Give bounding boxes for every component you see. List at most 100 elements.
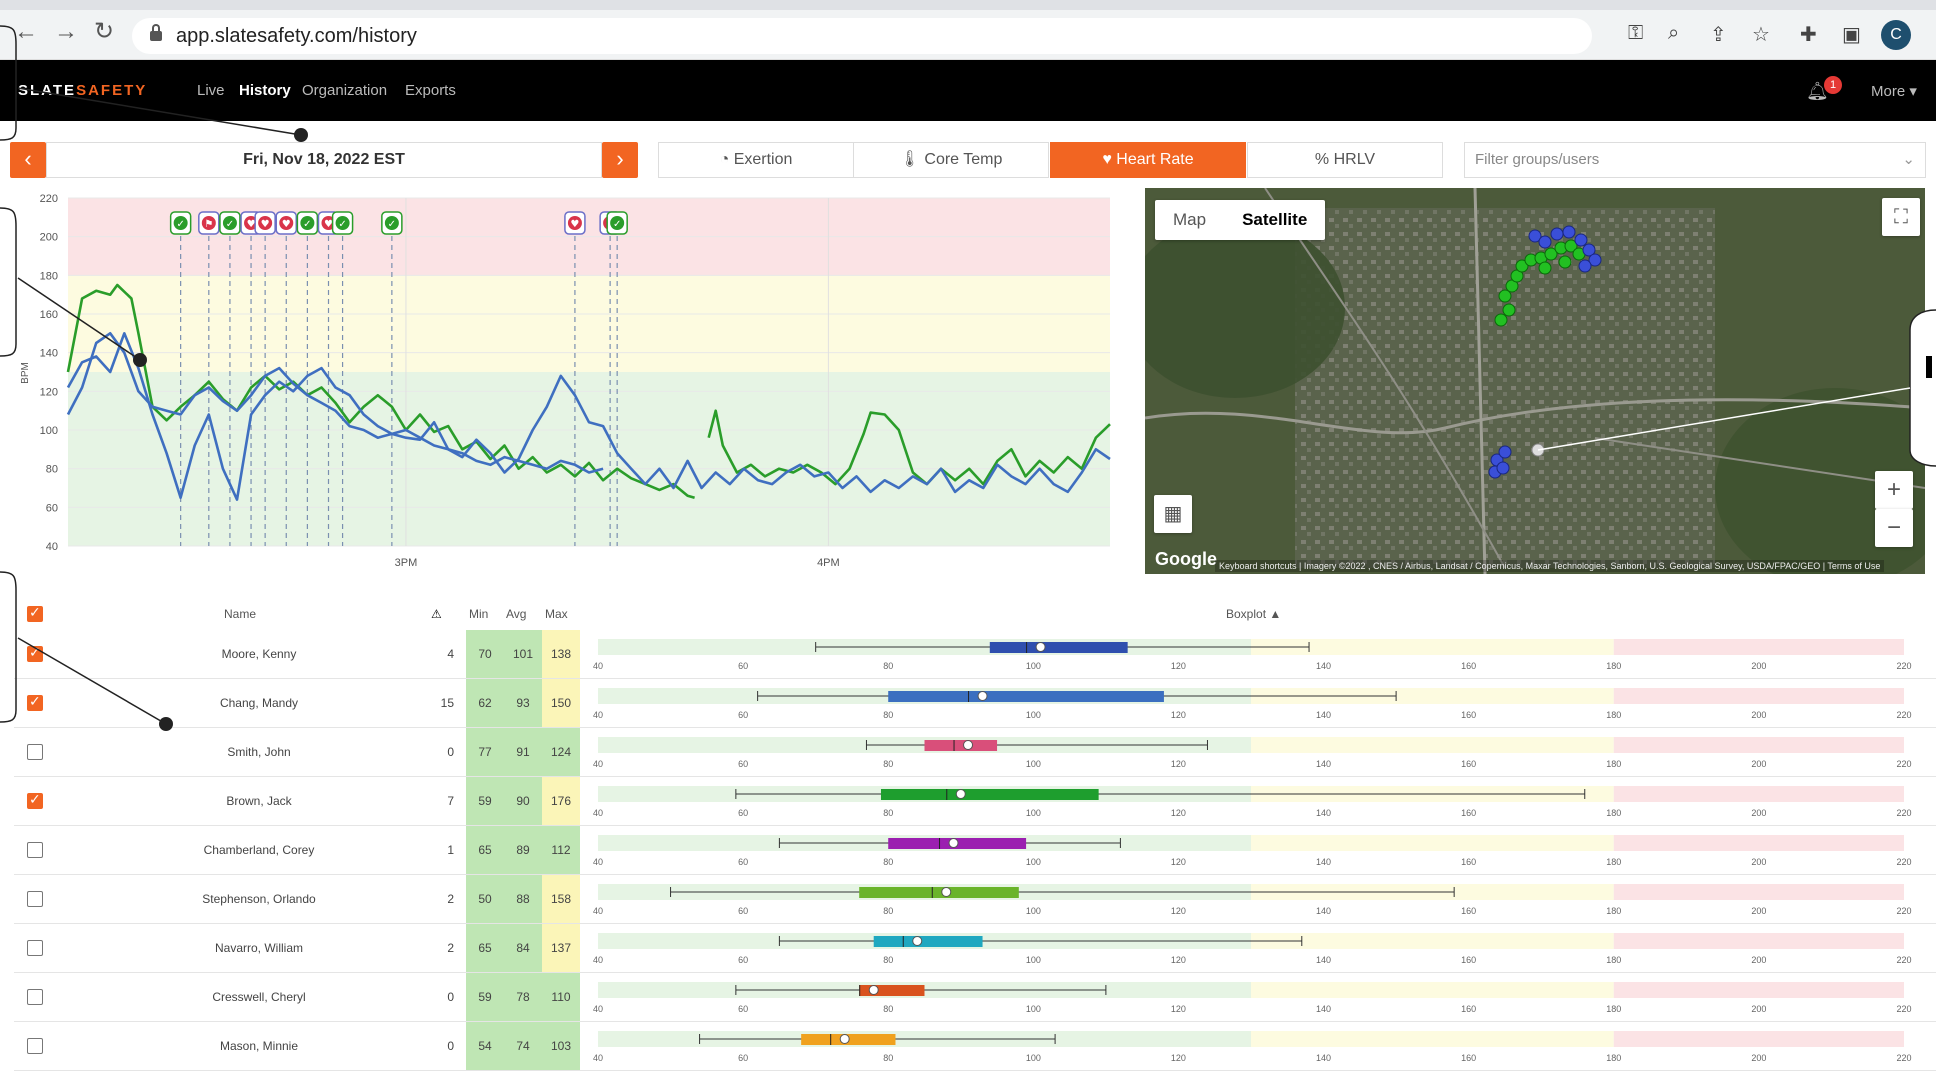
event-glyph: ✓ bbox=[613, 219, 621, 230]
boxplot-tick-label: 160 bbox=[1461, 808, 1476, 818]
boxplot[interactable]: 40 60 80 100 120 140 160 180 200 220 bbox=[0, 973, 1912, 1021]
boxplot-tick-label: 80 bbox=[883, 1004, 893, 1014]
event-check-icon[interactable]: ✓ bbox=[331, 211, 354, 235]
boxplot[interactable]: 40 60 80 100 120 140 160 180 200 220 bbox=[0, 777, 1912, 825]
boxplot-tick-label: 120 bbox=[1171, 710, 1186, 720]
tab-exertion[interactable]: ◔ Exertion bbox=[658, 142, 854, 178]
share-icon[interactable]: ⇪ bbox=[1710, 22, 1727, 47]
star-icon[interactable]: ☆ bbox=[1752, 22, 1770, 47]
header-min[interactable]: Min bbox=[469, 607, 488, 621]
prev-day-button[interactable]: ‹ bbox=[10, 142, 46, 178]
boxplot-tick-label: 220 bbox=[1896, 808, 1911, 818]
nav-organization[interactable]: Organization bbox=[302, 82, 387, 99]
table-row[interactable]: Mason, Minnie 0 54 74 103 40 60 80 100 120 140 160 1… bbox=[14, 1022, 1936, 1071]
tab-core-temp[interactable]: 🌡︎ Core Temp bbox=[853, 142, 1049, 178]
zoom-icon[interactable]: ⌕ bbox=[1668, 22, 1679, 45]
boxplot-box[interactable] bbox=[989, 642, 1128, 653]
boxplot-tick-label: 180 bbox=[1606, 759, 1621, 769]
chart-zone-0 bbox=[68, 372, 1110, 546]
address-bar[interactable]: app.slatesafety.com/history bbox=[132, 18, 1592, 54]
more-menu[interactable]: More ▾ bbox=[1871, 82, 1917, 100]
event-check-icon[interactable]: ✓ bbox=[219, 211, 241, 235]
boxplot-tick-label: 180 bbox=[1606, 1004, 1621, 1014]
fullscreen-icon[interactable]: ⛶ bbox=[1882, 198, 1920, 236]
event-heart-icon[interactable]: ♥ bbox=[254, 211, 276, 235]
header-name[interactable]: Name bbox=[224, 607, 256, 621]
map-location-marker[interactable] bbox=[1531, 443, 1545, 457]
event-check-icon[interactable]: ✓ bbox=[381, 211, 403, 235]
key-icon[interactable]: ⚿ bbox=[1628, 22, 1643, 45]
chevron-down-icon[interactable]: ⌄ bbox=[1902, 143, 1915, 177]
boxplot-tick-label: 60 bbox=[738, 808, 748, 818]
header-boxplot[interactable]: Boxplot ▲ bbox=[1226, 607, 1281, 621]
callout-edge-mark bbox=[1926, 356, 1932, 378]
sidepanel-icon[interactable]: ▣ bbox=[1842, 22, 1861, 47]
table-row[interactable]: Chang, Mandy1562931504060801001201401601… bbox=[14, 679, 1936, 728]
boxplot-box[interactable] bbox=[880, 789, 1099, 800]
event-check-icon[interactable]: ✓ bbox=[296, 211, 319, 235]
boxplot-tick-label: 40 bbox=[593, 955, 603, 965]
boxplot-tick-label: 220 bbox=[1896, 906, 1911, 916]
nav-exports[interactable]: Exports bbox=[405, 82, 456, 99]
boxplot-tick-label: 100 bbox=[1026, 808, 1041, 818]
map-tab-satellite[interactable]: Satellite bbox=[1224, 200, 1325, 240]
back-icon[interactable]: ← bbox=[14, 20, 38, 44]
header-max[interactable]: Max bbox=[545, 607, 568, 621]
boxplot-tick-label: 60 bbox=[738, 857, 748, 867]
nav-history[interactable]: History bbox=[239, 82, 291, 99]
filter-groups-input[interactable]: Filter groups/users ⌄ bbox=[1464, 142, 1926, 178]
boxplot-tick-label: 180 bbox=[1606, 955, 1621, 965]
boxplot-mean-dot bbox=[955, 789, 966, 799]
table-row[interactable]: Navarro, William 2 65 84 137 40 60 80 100 120 140 1… bbox=[14, 924, 1936, 973]
tab-heart-rate[interactable]: ♥ Heart Rate bbox=[1050, 142, 1246, 178]
boxplot-tick-label: 140 bbox=[1316, 1004, 1331, 1014]
zoom-in-button[interactable]: + bbox=[1875, 471, 1913, 509]
boxplot-tick-label: 60 bbox=[738, 906, 748, 916]
header-avg[interactable]: Avg bbox=[506, 607, 526, 621]
zoom-out-button[interactable]: − bbox=[1875, 509, 1913, 547]
boxplot-box[interactable] bbox=[859, 887, 1019, 898]
boxplot-tick-label: 40 bbox=[593, 1004, 603, 1014]
nav-live[interactable]: Live bbox=[197, 82, 225, 99]
table-row[interactable]: Brown, Jack75990176406080100120140160180… bbox=[14, 777, 1936, 826]
table-row[interactable]: Moore, Kenny4701011384060801001201401601… bbox=[14, 630, 1936, 679]
header-alerts[interactable]: ⚠ bbox=[431, 607, 442, 621]
table-row[interactable]: Stephenson, Orlando 2 50 88 158 40 60 80 100 120 1… bbox=[14, 875, 1936, 924]
boxplot[interactable]: 40 60 80 100 120 140 160 180 200 220 bbox=[0, 924, 1912, 972]
map-attribution[interactable]: Keyboard shortcuts | Imagery ©2022 , CNE… bbox=[1215, 560, 1885, 572]
map-type-toggle[interactable]: Map Satellite bbox=[1155, 200, 1326, 240]
boxplot-box[interactable] bbox=[873, 936, 983, 947]
boxplot[interactable]: 40 60 80 100 120 140 160 180 200 220 bbox=[0, 679, 1912, 727]
boxplot-box[interactable] bbox=[888, 691, 1164, 702]
boxplot-box[interactable] bbox=[924, 740, 998, 751]
map-tab-map[interactable]: Map bbox=[1155, 200, 1224, 240]
table-row[interactable]: Chamberland, Corey 1 65 89 112 40 60 80 100 120 14… bbox=[14, 826, 1936, 875]
satellite-map[interactable]: Map Satellite ⛶ ▦ + − Google Keyboard sh… bbox=[1145, 188, 1925, 574]
boxplot[interactable]: 40 60 80 100 120 140 160 180 200 220 bbox=[0, 826, 1912, 874]
event-heart-icon[interactable]: ♥ bbox=[275, 211, 298, 235]
event-check-icon[interactable]: ✓ bbox=[606, 211, 628, 235]
event-heart-icon[interactable]: ♥ bbox=[564, 211, 586, 235]
reload-icon[interactable]: ↻ bbox=[94, 20, 114, 44]
slatesafety-logo[interactable]: SLATESAFETY bbox=[18, 82, 147, 99]
forward-icon[interactable]: → bbox=[54, 20, 78, 44]
profile-avatar[interactable]: C bbox=[1881, 20, 1911, 50]
boxplot-mean-dot bbox=[963, 740, 974, 750]
table-row[interactable]: Cresswell, Cheryl 0 59 78 110 40 60 80 100 120 140… bbox=[14, 973, 1936, 1022]
boxplot[interactable]: 40 60 80 100 120 140 160 180 200 220 bbox=[0, 1022, 1912, 1070]
next-day-button[interactable]: › bbox=[602, 142, 638, 178]
select-all-checkbox[interactable] bbox=[27, 604, 43, 622]
table-row[interactable]: Smith, John 0 77 91 124 40 60 80 100 120 140 160 180… bbox=[14, 728, 1936, 777]
tab-hrlv[interactable]: % HRLV bbox=[1247, 142, 1443, 178]
extensions-icon[interactable]: ✚ bbox=[1800, 22, 1817, 47]
boxplot-zone bbox=[1613, 982, 1904, 998]
boxplot-mean-dot bbox=[948, 838, 959, 848]
boxplot[interactable]: 40 60 80 100 120 140 160 180 200 220 bbox=[0, 728, 1912, 776]
layers-icon[interactable]: ▦ bbox=[1154, 495, 1192, 533]
heart-rate-chart[interactable]: 40 60 80 100 120 140 160 180 200 220 3PM 4PM BPM ✓ ⚑ ✓ ♥… bbox=[0, 188, 1120, 578]
event-check-icon[interactable]: ✓ bbox=[169, 211, 192, 235]
boxplot[interactable]: 40 60 80 100 120 140 160 180 200 220 bbox=[0, 875, 1912, 923]
boxplot-tick-label: 60 bbox=[738, 955, 748, 965]
boxplot[interactable]: 40 60 80 100 120 140 160 180 200 220 bbox=[0, 630, 1912, 678]
event-flag-icon[interactable]: ⚑ bbox=[198, 211, 220, 235]
